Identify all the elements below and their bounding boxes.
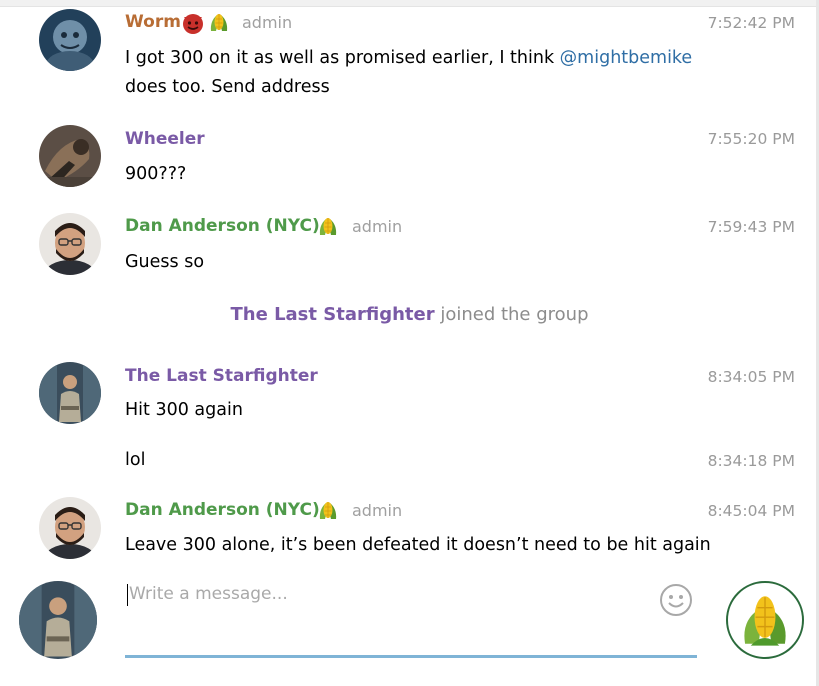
message-timestamp: 7:52:42 PM xyxy=(707,14,795,32)
message-text: Leave 300 alone, it’s been defeated it d… xyxy=(125,535,711,555)
admin-tag: admin xyxy=(242,13,293,32)
message-text: Hit 300 again xyxy=(125,400,243,420)
message-input[interactable]: Write a message... xyxy=(125,582,697,658)
avatar-worm[interactable] xyxy=(39,9,101,71)
avatar-the-last-starfighter[interactable] xyxy=(39,362,101,424)
service-action: joined the group xyxy=(434,304,589,325)
sender-name[interactable]: The Last Starfighter xyxy=(125,366,318,386)
service-user-name[interactable]: The Last Starfighter xyxy=(231,304,435,325)
devil-face-icon xyxy=(181,11,205,35)
message-text: Guess so xyxy=(125,252,205,272)
corn-icon xyxy=(316,499,340,523)
corn-icon xyxy=(316,215,340,239)
message-text: lol xyxy=(125,450,146,470)
sender-name[interactable]: Wheeler xyxy=(125,129,205,149)
mention-link[interactable]: @mightbemike xyxy=(560,48,693,68)
sender-name[interactable]: Dan Anderson (NYC) xyxy=(125,216,320,236)
avatar-wheeler[interactable] xyxy=(39,125,101,187)
message-timestamp: 8:34:18 PM xyxy=(707,452,795,470)
service-message: The Last Starfighter joined the group xyxy=(0,304,819,325)
corn-icon xyxy=(207,11,231,35)
message-text: I got 300 on it as well as promised earl… xyxy=(125,48,693,68)
avatar-dan-anderson[interactable] xyxy=(39,497,101,559)
avatar-current-user[interactable] xyxy=(19,581,97,659)
admin-tag: admin xyxy=(352,217,403,236)
sender-name[interactable]: Dan Anderson (NYC) xyxy=(125,500,320,520)
message-timestamp: 8:45:04 PM xyxy=(707,502,795,520)
top-edge xyxy=(0,0,819,7)
message-timestamp: 8:34:05 PM xyxy=(707,368,795,386)
message-text: 900??? xyxy=(125,164,187,184)
admin-tag: admin xyxy=(352,501,403,520)
message-timestamp: 7:59:43 PM xyxy=(707,218,795,236)
message-timestamp: 7:55:20 PM xyxy=(707,130,795,148)
corn-icon xyxy=(744,596,786,646)
text-caret xyxy=(127,584,128,606)
sender-name[interactable]: Worm xyxy=(125,12,181,32)
message-text-continued: does too. Send address xyxy=(125,77,330,97)
input-focus-underline xyxy=(125,655,697,658)
message-input-placeholder: Write a message... xyxy=(129,584,288,604)
send-corn-button[interactable] xyxy=(726,581,804,659)
smiley-icon[interactable] xyxy=(659,583,693,617)
avatar-dan-anderson[interactable] xyxy=(39,213,101,275)
